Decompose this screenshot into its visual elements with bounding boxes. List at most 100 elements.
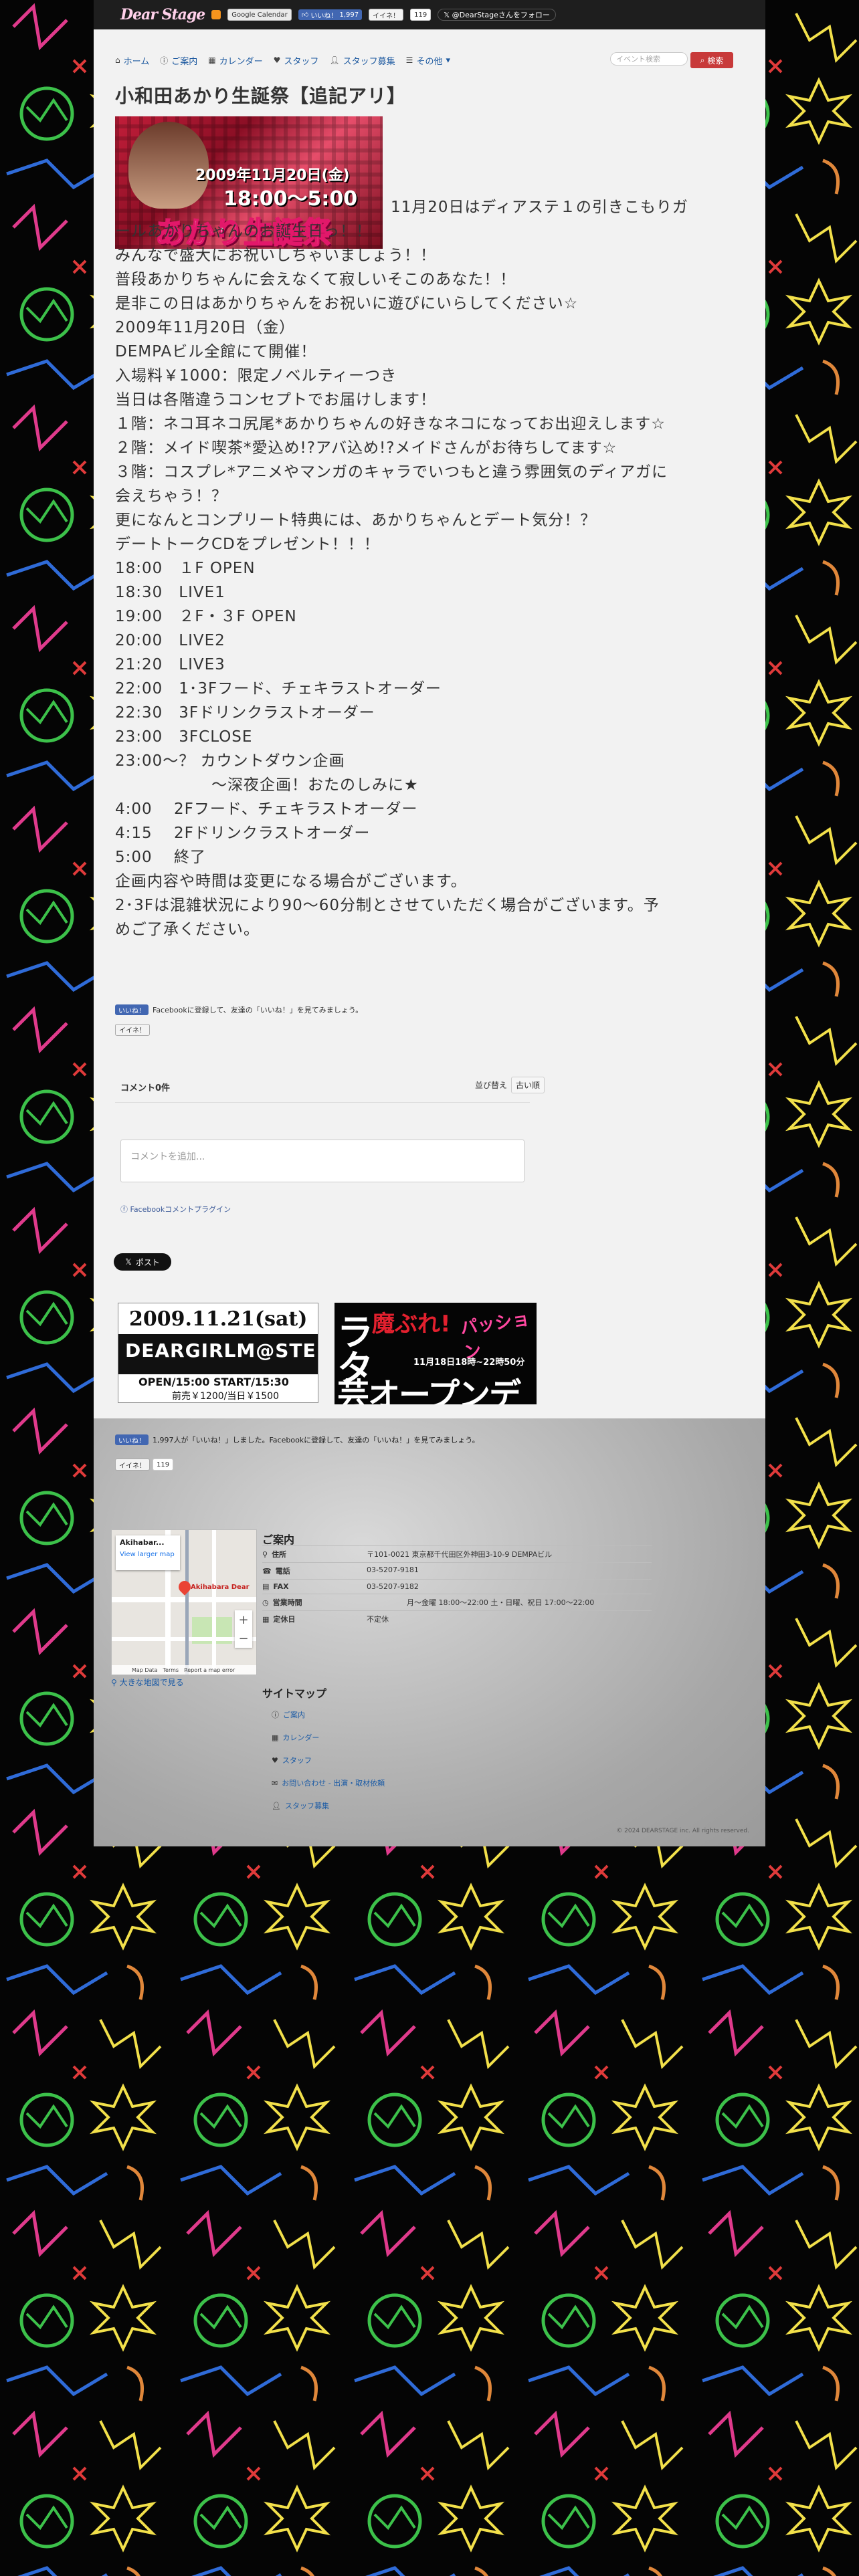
article-line: 18:00 １F OPEN: [115, 560, 256, 577]
map-attribution: Map Data Terms Report a map error: [112, 1665, 256, 1675]
facebook-comments-plugin-link[interactable]: ⓕ Facebookコメントプラグイン: [120, 1204, 231, 1214]
article-line: 23:00 3FCLOSE: [115, 728, 253, 746]
map-zoom-control[interactable]: + −: [235, 1610, 252, 1648]
info-key: ▤ FAX: [262, 1582, 289, 1591]
x-logo-icon: 𝕏: [444, 10, 452, 19]
comment-input[interactable]: コメントを追加...: [120, 1140, 524, 1182]
article-line: 22:30 3Fドリンクラストオーダー: [115, 704, 375, 722]
nav-item-info[interactable]: ⓘ ご案内: [160, 54, 197, 67]
heart-icon: ♥: [272, 1755, 278, 1765]
home-icon: ⌂: [115, 56, 120, 65]
article-line: 是非この日はあかりちゃんをお祝いに遊びにいらしてください☆: [115, 295, 579, 312]
info-icon: ⓘ: [272, 1711, 279, 1719]
zoom-in-icon[interactable]: +: [238, 1613, 248, 1627]
article-line: ールあかりちゃんのお誕生日っ！！: [115, 223, 372, 240]
info-value: 03-5207-9181: [367, 1566, 419, 1574]
search-input[interactable]: イベント検索: [610, 52, 688, 66]
main-nav: ⌂ ホーム ⓘ ご案内 ▦ カレンダー ♥ スタッフ 👤︎ スタッフ募集 ☰ その他 ▾ イベ…: [115, 49, 744, 71]
sort-select[interactable]: 古い順: [510, 1077, 545, 1093]
sitemap-item-calendar[interactable]: ▦ カレンダー: [272, 1726, 385, 1749]
zoom-out-icon[interactable]: −: [238, 1632, 248, 1646]
facebook-like-button[interactable]: いいね！: [115, 1434, 149, 1445]
map-popup: Akihabar... View larger map: [116, 1535, 180, 1570]
banner-time: 11月18日18時~22時50分: [413, 1358, 525, 1368]
article-line: 4:15 2Fドリンクラストオーダー: [115, 825, 371, 842]
nav-item-other[interactable]: ☰ その他 ▾: [406, 54, 450, 67]
map-data-label: Map Data: [132, 1667, 158, 1673]
sitemap-item-recruit[interactable]: 👤︎ スタッフ募集: [272, 1794, 385, 1817]
footer-hatena-row: イイネ！ 119: [115, 1459, 174, 1471]
user-icon: 👤︎: [329, 56, 340, 65]
article-line: ２階：メイド喫茶*愛込め!?アバ込め!?メイドさんがお待ちしてます☆: [115, 439, 617, 457]
hatena-button[interactable]: イイネ！: [115, 1023, 150, 1036]
banner-price: 前売￥1200/当日￥1500: [172, 1391, 279, 1402]
map-pin-label: Akihabara Dear: [191, 1584, 250, 1591]
heart-icon: ♥: [273, 56, 281, 65]
map-report-link[interactable]: Report a map error: [184, 1667, 235, 1673]
footer: いいね！ 1,997人が「いいね！」しました。Facebookに登録して、友達の…: [94, 1418, 765, 1846]
search-button[interactable]: ⌕ 検索: [690, 52, 733, 68]
rss-icon[interactable]: [211, 10, 221, 19]
info-value: 月～金曜 18:00～22:00 土・日曜、祝日 17:00～22:00: [407, 1598, 595, 1607]
google-calendar-button[interactable]: Google Calendar: [227, 9, 292, 21]
info-row: ◷ 営業時間 月～金曜 18:00～22:00 土・日曜、祝日 17:00～22:0…: [262, 1594, 652, 1610]
facebook-like-button[interactable]: いいね！: [115, 1004, 149, 1015]
nav-item-home[interactable]: ⌂ ホーム: [115, 54, 149, 67]
map-larger-link[interactable]: View larger map: [120, 1551, 176, 1558]
top-bar: Dear Stage Google Calendar 👍︎ いいね！ 1,997…: [94, 0, 765, 29]
divider: [115, 1102, 530, 1103]
nav-label: スタッフ: [284, 56, 319, 67]
hatena-button[interactable]: イイネ！: [369, 9, 404, 21]
article-line: 5:00 終了: [115, 849, 206, 866]
search-button-label: 検索: [707, 56, 724, 66]
x-follow-button[interactable]: 𝕏 @DearStageさんをフォロー: [438, 9, 556, 21]
calendar-icon: ▦: [208, 56, 216, 65]
article-line: 2･3Fは混雑状況により90～60分制とさせていただく場合がございます。予: [115, 897, 660, 914]
article-line: 2009年11月20日（金）: [115, 319, 296, 336]
banner-date: 2009.11.21(sat): [129, 1307, 308, 1331]
x-logo-icon: 𝕏: [125, 1257, 132, 1267]
nav-item-recruit[interactable]: 👤︎ スタッフ募集: [329, 54, 395, 67]
sitemap-item-contact[interactable]: ✉ お問い合わせ - 出演・取材依頼: [272, 1772, 385, 1794]
article-line: 会えちゃう！？: [115, 488, 227, 505]
nav-item-staff[interactable]: ♥ スタッフ: [274, 54, 319, 67]
larger-map-label: 大きな地図で見る: [119, 1678, 184, 1687]
info-row: ⚲ 住所 〒101-0021 東京都千代田区外神田3-10-9 DEMPAビル: [262, 1545, 652, 1562]
x-post-label: ポスト: [135, 1257, 160, 1267]
google-map[interactable]: Akihabar... View larger map Akihabara De…: [111, 1529, 257, 1675]
article-line: 11月20日はディアステ１の引きこもりガ: [391, 199, 688, 216]
article-line: 19:00 ２F・３F OPEN: [115, 608, 297, 625]
event-banner-deargirlmaster[interactable]: 2009.11.21(sat) DEARGIRLM@STER OPEN/15:0…: [118, 1303, 318, 1403]
info-row: ☎ 電話 03-5207-9181: [262, 1562, 652, 1579]
nav-label: ご案内: [171, 56, 198, 67]
x-post-button[interactable]: 𝕏 ポスト: [114, 1253, 171, 1271]
article-line: 20:00 LIVE2: [115, 632, 225, 649]
event-banner-open-day[interactable]: ラ タ 魔ぶれ! パッション 11月18日18時~22時50分 芸オープンディ: [335, 1303, 537, 1404]
article-line: 入場料￥1000：限定ノベルティーつき: [115, 367, 397, 385]
larger-map-link[interactable]: ⚲ 大きな地図で見る: [111, 1677, 184, 1688]
banner-open-text: 芸オープンディ: [337, 1376, 521, 1404]
article-line: １階：ネコ耳ネコ尻尾*あかりちゃんの好きなネコになってお出迎えします☆: [115, 415, 666, 433]
main-content: ⌂ ホーム ⓘ ご案内 ▦ カレンダー ♥ スタッフ 👤︎ スタッフ募集 ☰ その他 ▾ イベ…: [94, 29, 765, 1418]
hatena-count: 119: [153, 1459, 174, 1471]
sitemap-item-info[interactable]: ⓘ ご案内: [272, 1703, 385, 1726]
sitemap-item-staff[interactable]: ♥ スタッフ: [272, 1749, 385, 1772]
nav-label: ホーム: [123, 56, 150, 67]
hatena-button[interactable]: イイネ！: [115, 1459, 150, 1471]
calendar-icon: ▦: [262, 1614, 270, 1624]
info-value: 03-5207-9182: [367, 1582, 419, 1591]
calendar-icon: ▦: [272, 1733, 279, 1742]
facebook-like-text: 1,997人が「いいね！」しました。Facebookに登録して、友達の「いいね！…: [153, 1436, 480, 1444]
article-line: 23:00～？ カウントダウン企画: [115, 752, 345, 770]
article-line: 18:30 LIVE1: [115, 584, 225, 601]
nav-item-calendar[interactable]: ▦ カレンダー: [208, 54, 262, 67]
map-terms-link[interactable]: Terms: [163, 1667, 179, 1673]
page-title: 小和田あかり生誕祭【追記アリ】: [115, 85, 407, 107]
site-logo[interactable]: Dear Stage: [120, 6, 205, 23]
user-icon: 👤︎: [272, 1801, 281, 1810]
facebook-like-button[interactable]: 👍︎ いいね！ 1,997: [298, 9, 363, 20]
article-line: ３階：コスプレ*アニメやマンガのキャラでいつもと違う雰囲気のディアガに: [115, 463, 668, 481]
info-value: 〒101-0021 東京都千代田区外神田3-10-9 DEMPAビル: [367, 1550, 553, 1559]
info-icon: ⓘ: [160, 56, 169, 66]
sitemap-heading: サイトマップ: [262, 1687, 327, 1700]
